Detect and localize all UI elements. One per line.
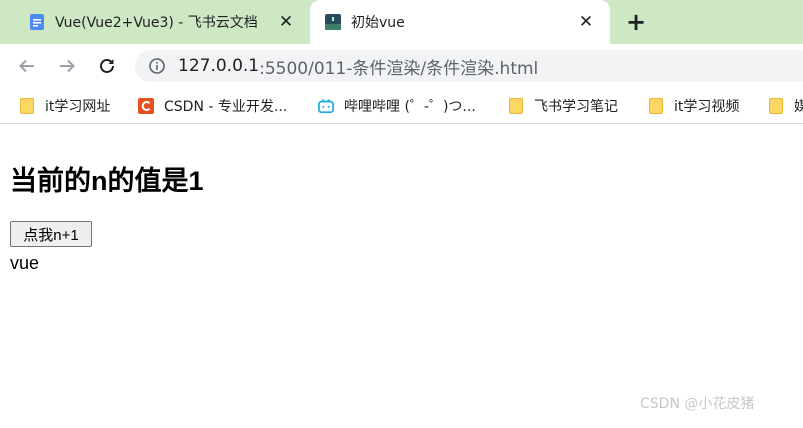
bookmark-feishu-notes[interactable]: 飞书学习笔记 [508,96,618,116]
folder-icon [19,98,35,114]
close-icon[interactable]: ✕ [575,11,597,33]
back-arrow-icon[interactable] [13,52,41,80]
url-host: 127.0.0.1 [178,56,260,76]
bookmark-csdn[interactable]: CSDN - 专业开发... [138,96,287,116]
new-tab-plus-icon[interactable]: + [624,10,648,34]
bookmark-label: 哔哩哔哩 (゜-゜)つ... [344,99,476,115]
bookmark-it-videos[interactable]: it学习视频 [648,96,739,116]
bookmark-label: 媒 [794,96,803,116]
close-icon[interactable]: ✕ [275,11,297,33]
bookmark-label: it学习视频 [674,99,740,115]
address-bar[interactable]: 127.0.0.1 :5500/011-条件渲染/条件渲染.html [135,50,803,82]
bookmark-bilibili[interactable]: 哔哩哔哩 (゜-゜)つ... [318,96,476,116]
document-icon [29,14,45,30]
tab-strip: Vue(Vue2+Vue3) - 飞书云文档 ✕ 初始vue ✕ + [0,0,803,44]
increment-n-button[interactable]: 点我n+1 [10,221,92,247]
csdn-logo-icon [138,98,154,114]
tab-title: Vue(Vue2+Vue3) - 飞书云文档 [55,15,258,31]
url-path: :5500/011-条件渲染/条件渲染.html [259,58,539,79]
bookmark-label: it学习网址 [45,99,111,115]
bookmark-label: 飞书学习笔记 [534,99,618,115]
tab-vue-app[interactable]: 初始vue ✕ [310,0,610,44]
page-heading: 当前的n的值是1 [10,166,204,196]
page-content: 当前的n的值是1 点我n+1 vue [0,125,803,428]
bookmark-truncated[interactable]: 媒 [768,96,803,116]
bookmark-label: CSDN - 专业开发... [164,99,288,115]
bookmarks-bar: it学习网址 CSDN - 专业开发... 哔哩哔哩 (゜-゜)つ... 飞书学… [0,88,803,124]
conditional-text: vue [10,253,40,273]
bilibili-tv-icon [318,98,334,114]
forward-arrow-icon[interactable] [53,52,81,80]
bookmark-it-sites[interactable]: it学习网址 [19,96,110,116]
browser-toolbar: 127.0.0.1 :5500/011-条件渲染/条件渲染.html [0,44,803,88]
folder-icon [648,98,664,114]
tab-feishu-docs[interactable]: Vue(Vue2+Vue3) - 飞书云文档 ✕ [0,0,310,44]
folder-icon [768,98,784,114]
csdn-watermark: CSDN @小花皮猪 [640,396,755,412]
tab-title: 初始vue [351,15,405,31]
reload-icon[interactable] [93,52,121,80]
folder-icon [508,98,524,114]
site-info-icon[interactable] [148,57,166,75]
vue-favicon-icon [325,14,341,30]
